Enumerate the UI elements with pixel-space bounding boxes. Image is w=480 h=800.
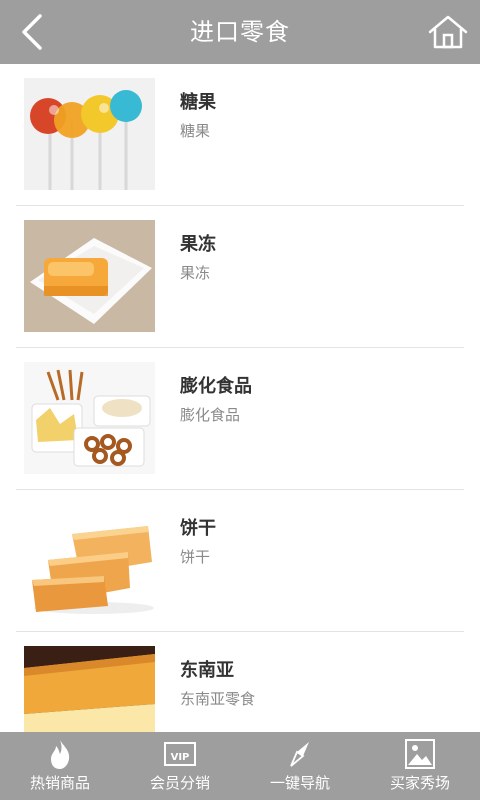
tab-label: 会员分销 [149,774,210,792]
product-name: 膨化食品 [180,376,252,397]
home-icon [428,15,468,49]
product-image-southeast-asia [24,646,155,732]
flame-icon [51,740,70,769]
product-item-puffed-snacks[interactable]: 膨化食品 膨化食品 [16,348,464,490]
product-image-biscuits [24,504,155,616]
header-bar: 进口零食 [0,0,480,64]
product-image-puffed-snacks [24,362,155,474]
product-item-jelly[interactable]: 果冻 果冻 [16,206,464,348]
tab-one-click-navigation[interactable]: 一键导航 [240,732,360,800]
tab-buyer-showcase[interactable]: 买家秀场 [360,732,480,800]
picture-icon [405,739,435,769]
product-name: 饼干 [180,518,216,539]
tab-label: 一键导航 [269,774,330,792]
vip-card-icon: VIP [164,742,196,766]
product-item-biscuits[interactable]: 饼干 饼干 [16,490,464,632]
product-description: 糖果 [180,122,211,140]
tab-member-distribution[interactable]: VIP 会员分销 [120,732,240,800]
product-name: 果冻 [180,234,216,255]
product-name: 东南亚 [180,660,234,681]
product-description: 果冻 [180,264,211,282]
compass-icon [290,742,309,767]
tab-label: 买家秀场 [389,774,450,792]
product-description: 东南亚零食 [180,690,256,708]
product-image-jelly [24,220,155,332]
product-item-candy[interactable]: 糖果 糖果 [16,64,464,206]
page-title: 进口零食 [190,18,290,46]
bottom-tab-bar: 热销商品 VIP 会员分销 一键导航 买家秀场 [0,732,480,800]
tab-label: 热销商品 [29,774,90,792]
product-description: 膨化食品 [180,406,241,424]
svg-text:VIP: VIP [171,752,190,763]
home-button[interactable] [426,12,470,52]
app-screen: 进口零食 糖果 糖果 果冻 果冻 膨化食品 膨化食品 饼干 饼干 东南亚 东南亚… [0,0,480,800]
product-list: 糖果 糖果 果冻 果冻 膨化食品 膨化食品 饼干 饼干 东南亚 东南亚零食 [0,64,480,732]
product-name: 糖果 [180,92,216,113]
product-item-southeast-asia[interactable]: 东南亚 东南亚零食 [16,632,464,732]
tab-hot-sales[interactable]: 热销商品 [0,732,120,800]
product-description: 饼干 [180,548,211,566]
product-image-candy [24,78,155,190]
